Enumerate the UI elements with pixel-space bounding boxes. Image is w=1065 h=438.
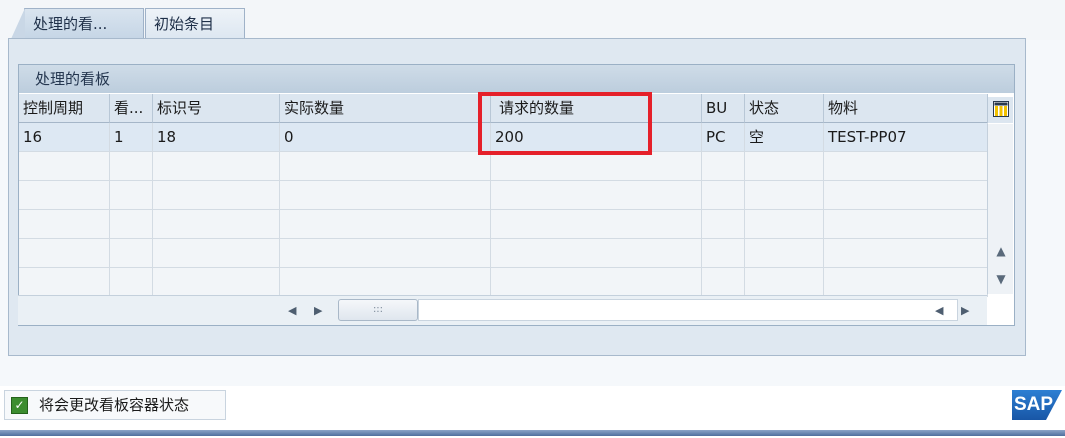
column-header-material[interactable]: 物料 (824, 94, 988, 123)
scroll-right-icon[interactable]: ▶ (314, 304, 322, 317)
table-cell[interactable] (491, 152, 702, 181)
table-cell[interactable] (824, 152, 988, 181)
cell-requested-quantity[interactable]: 200 (491, 123, 702, 152)
vertical-scrollbar[interactable]: ▲ ▼ (987, 124, 1013, 294)
table-cell[interactable] (153, 210, 280, 239)
table-cell[interactable] (702, 268, 745, 297)
table-cell[interactable] (745, 152, 824, 181)
table-cell[interactable] (153, 181, 280, 210)
table-cell[interactable] (110, 268, 153, 297)
table-cell[interactable] (745, 181, 824, 210)
table-cell[interactable] (19, 210, 110, 239)
horizontal-scrollbar[interactable]: ◀ ▶ ::: ◀ ▶ (18, 295, 987, 325)
sap-logo: SAP (1012, 390, 1062, 420)
table-cell[interactable] (745, 210, 824, 239)
table-cell[interactable] (824, 210, 988, 239)
scroll-up-icon[interactable]: ▲ (988, 244, 1014, 258)
table-cell[interactable] (702, 210, 745, 239)
table-settings-icon (993, 101, 1009, 117)
table-cell[interactable] (110, 181, 153, 210)
scroll-left-icon[interactable]: ◀ (288, 304, 296, 317)
tab-processed-kanban[interactable]: 处理的看... (11, 8, 144, 39)
cell-id-number[interactable]: 18 (153, 123, 280, 152)
table-cell[interactable] (280, 210, 491, 239)
status-message-text: 将会更改看板容器状态 (39, 396, 190, 414)
table-title: 处理的看板 (19, 65, 1014, 93)
table-cell[interactable] (702, 181, 745, 210)
table-cell[interactable] (280, 152, 491, 181)
table-cell[interactable] (19, 268, 110, 297)
scroll-right-end-icon[interactable]: ▶ (961, 304, 969, 317)
table-cell[interactable] (745, 239, 824, 268)
table-cell[interactable] (110, 239, 153, 268)
bottom-border (0, 430, 1065, 436)
table-settings-button[interactable] (987, 97, 1013, 123)
table-cell[interactable] (153, 239, 280, 268)
table-cell[interactable] (19, 152, 110, 181)
table-cell[interactable] (824, 181, 988, 210)
table-cell[interactable] (491, 181, 702, 210)
table-cell[interactable] (702, 239, 745, 268)
scroll-left-end-icon[interactable]: ◀ (935, 304, 943, 317)
cell-status[interactable]: 空 (745, 123, 824, 152)
scroll-thumb[interactable]: ::: (338, 299, 418, 321)
cell-bu[interactable]: PC (702, 123, 745, 152)
table-cell[interactable] (110, 152, 153, 181)
tab-initial-entry[interactable]: 初始条目 (145, 8, 245, 38)
table-cell[interactable] (280, 268, 491, 297)
column-header-requested-quantity[interactable]: 请求的数量 (491, 94, 702, 123)
table-cell[interactable] (153, 152, 280, 181)
status-message[interactable]: ✓ 将会更改看板容器状态 (4, 390, 226, 420)
table-cell[interactable] (491, 210, 702, 239)
table-cell[interactable] (491, 268, 702, 297)
table-cell[interactable] (110, 210, 153, 239)
table-cell[interactable] (824, 268, 988, 297)
success-check-icon: ✓ (11, 397, 28, 414)
table-cell[interactable] (745, 268, 824, 297)
column-header-actual-quantity[interactable]: 实际数量 (280, 94, 491, 123)
kanban-table: 处理的看板 控制周期 看... 标识号 实际数量 请求的数量 BU 状态 物料 … (18, 64, 1015, 326)
table-cell[interactable] (702, 152, 745, 181)
column-header-kanban[interactable]: 看... (110, 94, 153, 123)
table-cell[interactable] (824, 239, 988, 268)
table-cell[interactable] (280, 181, 491, 210)
scroll-track[interactable] (418, 299, 958, 321)
cell-kanban[interactable]: 1 (110, 123, 153, 152)
table-cell[interactable] (491, 239, 702, 268)
table-cell[interactable] (280, 239, 491, 268)
cell-control-cycle[interactable]: 16 (19, 123, 110, 152)
column-header-bu[interactable]: BU (702, 94, 745, 123)
column-header-control-cycle[interactable]: 控制周期 (19, 94, 110, 123)
cell-actual-quantity[interactable]: 0 (280, 123, 491, 152)
table-cell[interactable] (19, 181, 110, 210)
scroll-down-icon[interactable]: ▼ (988, 272, 1014, 286)
column-header-status[interactable]: 状态 (745, 94, 824, 123)
table-cell[interactable] (19, 239, 110, 268)
column-header-id-number[interactable]: 标识号 (153, 94, 280, 123)
table-cell[interactable] (153, 268, 280, 297)
cell-material[interactable]: TEST-PP07 (824, 123, 988, 152)
